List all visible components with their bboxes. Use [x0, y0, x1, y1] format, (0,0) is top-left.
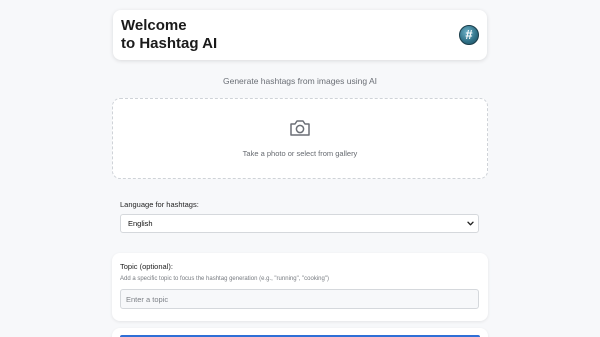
- language-label: Language for hashtags:: [120, 200, 199, 209]
- hashtag-logo-icon: #: [459, 25, 479, 45]
- upload-instruction: Take a photo or select from gallery: [242, 149, 358, 158]
- subtitle: Generate hashtags from images using AI: [222, 76, 378, 86]
- language-selected-value: English: [128, 219, 153, 228]
- camera-icon: [290, 120, 310, 136]
- topic-label: Topic (optional):: [120, 262, 173, 271]
- header-card: Welcome to Hashtag AI #: [113, 10, 487, 60]
- app-page: Welcome to Hashtag AI # Generate hashtag…: [0, 0, 600, 337]
- bottom-card: [112, 328, 488, 337]
- topic-input[interactable]: [120, 289, 479, 309]
- title-line-1: Welcome: [121, 17, 187, 34]
- language-section: Language for hashtags: English: [112, 190, 488, 242]
- language-select[interactable]: English: [120, 214, 479, 233]
- topic-help-text: Add a specific topic to focus the hashta…: [120, 276, 329, 282]
- title-line-2: to Hashtag AI: [121, 35, 218, 52]
- page-title: Welcome to Hashtag AI: [121, 17, 217, 53]
- logo-mark: #: [465, 27, 473, 42]
- photo-upload-zone[interactable]: Take a photo or select from gallery: [112, 98, 488, 179]
- topic-section: Topic (optional): Add a specific topic t…: [112, 253, 488, 321]
- chevron-down-icon: [467, 221, 474, 226]
